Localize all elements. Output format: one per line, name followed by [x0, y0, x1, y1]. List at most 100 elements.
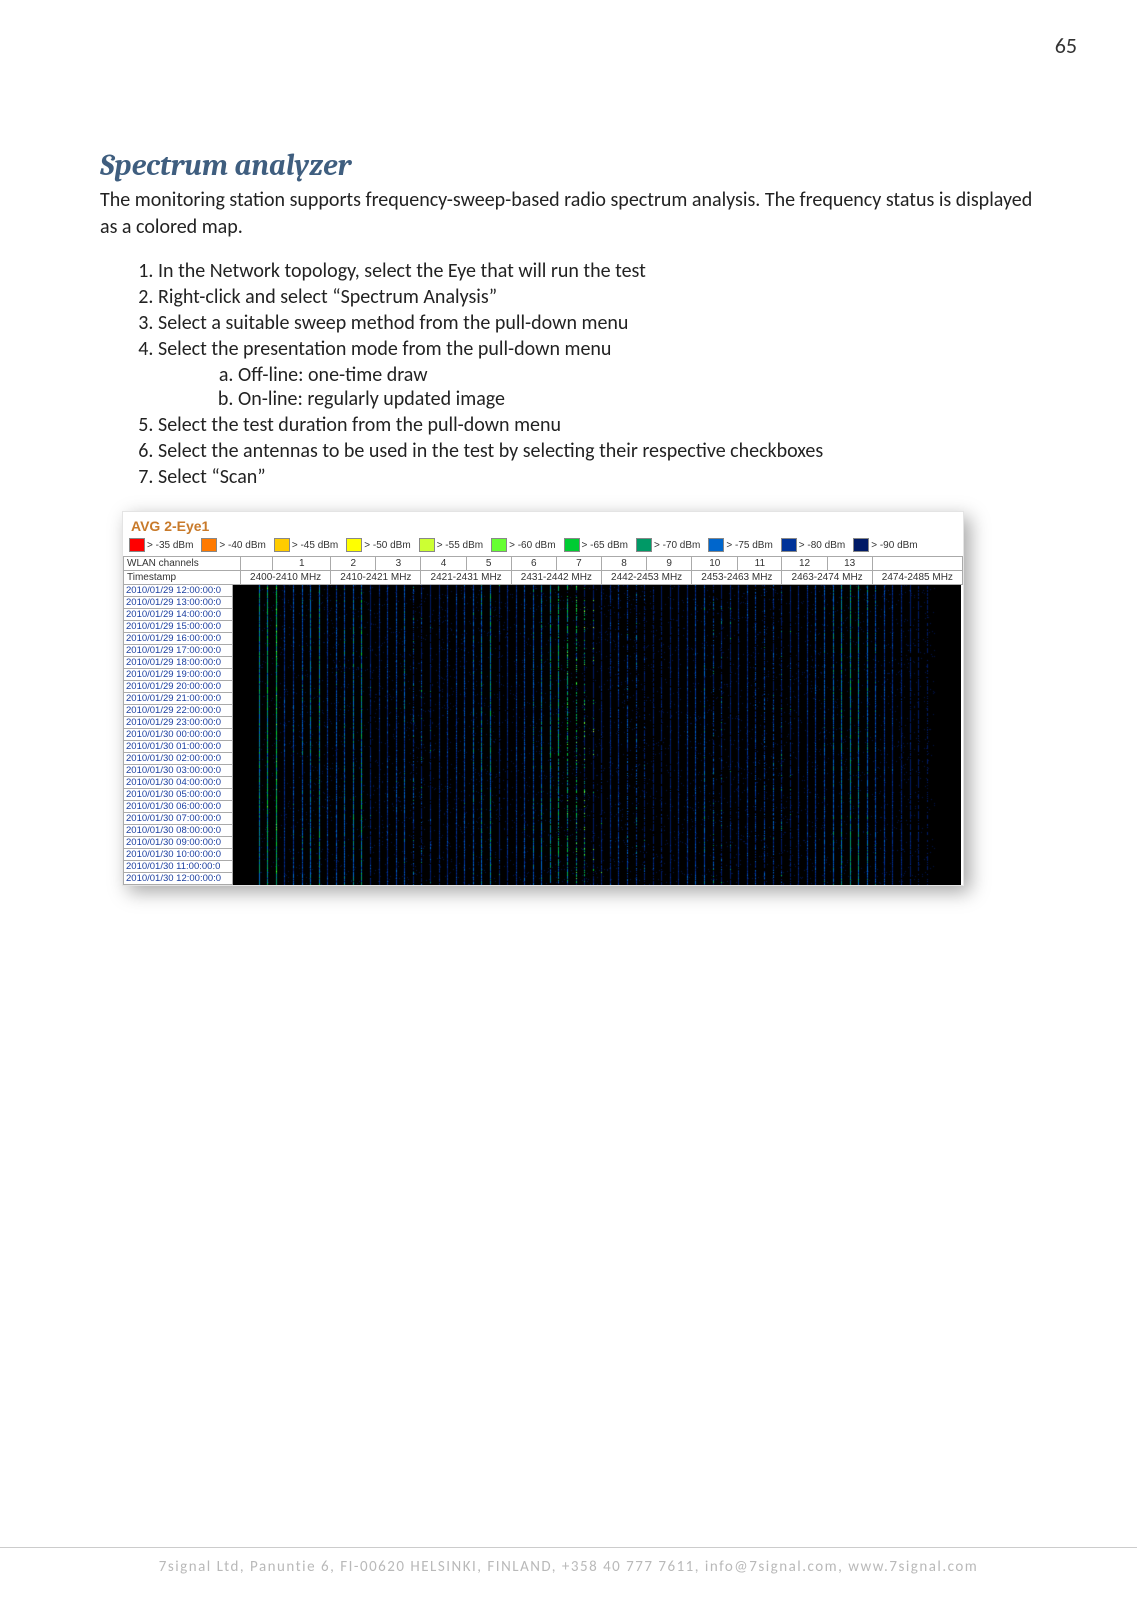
- channel-number-cell: 3: [376, 557, 421, 571]
- legend-swatch: [781, 538, 797, 552]
- legend-swatch: [346, 538, 362, 552]
- timestamp-cell: 2010/01/30 12:00:00:0: [123, 873, 233, 885]
- step-6: Select the antennas to be used in the te…: [158, 439, 1037, 463]
- freq-range-cell: 2410-2421 MHz: [331, 571, 421, 585]
- timestamp-cell: 2010/01/29 14:00:00:0: [123, 609, 233, 621]
- channels-header-cell: WLAN channels: [124, 557, 241, 571]
- timestamp-cell: 2010/01/29 23:00:00:0: [123, 717, 233, 729]
- step-5: Select the test duration from the pull-d…: [158, 413, 1037, 437]
- timestamp-cell: 2010/01/29 13:00:00:0: [123, 597, 233, 609]
- page: 65 Spectrum analyzer The monitoring stat…: [0, 0, 1137, 1598]
- intro-paragraph: The monitoring station supports frequenc…: [100, 187, 1037, 241]
- instruction-list: In the Network topology, select the Eye …: [140, 259, 1037, 489]
- footer: 7signal Ltd, Panuntie 6, FI-00620 HELSIN…: [0, 1547, 1137, 1576]
- channel-number-cell: [241, 557, 273, 571]
- timestamp-cell: 2010/01/29 22:00:00:0: [123, 705, 233, 717]
- channel-number-cell: [872, 557, 962, 571]
- legend-label: > -70 dBm: [654, 540, 700, 551]
- timestamp-cell: 2010/01/29 12:00:00:0: [123, 585, 233, 597]
- timestamp-cell: 2010/01/29 16:00:00:0: [123, 633, 233, 645]
- timestamp-column: 2010/01/29 12:00:00:02010/01/29 13:00:00…: [123, 585, 233, 885]
- legend-swatch: [201, 538, 217, 552]
- spectrum-title: AVG 2-Eye1: [123, 512, 963, 534]
- timestamp-cell: 2010/01/30 06:00:00:0: [123, 801, 233, 813]
- timestamp-cell: 2010/01/30 07:00:00:0: [123, 813, 233, 825]
- channel-number-cell: 2: [331, 557, 376, 571]
- legend-item: > -90 dBm: [853, 538, 917, 552]
- freq-range-cell: 2453-2463 MHz: [692, 571, 782, 585]
- substep-a: Off-line: one-time draw: [238, 363, 1037, 387]
- legend-item: > -40 dBm: [201, 538, 265, 552]
- timestamp-header-cell: Timestamp: [124, 571, 241, 585]
- legend-swatch: [419, 538, 435, 552]
- timestamp-cell: 2010/01/30 05:00:00:0: [123, 789, 233, 801]
- legend-swatch: [564, 538, 580, 552]
- legend-label: > -90 dBm: [871, 540, 917, 551]
- legend-row: > -35 dBm > -40 dBm > -45 dBm > -50 dBm > -5…: [123, 536, 963, 556]
- step-2: Right-click and select “Spectrum Analysi…: [158, 285, 1037, 309]
- page-number: 65: [1055, 32, 1077, 59]
- step-4-text: Select the presentation mode from the pu…: [158, 337, 611, 361]
- substep-list: Off-line: one-time draw On-line: regular…: [238, 363, 1037, 411]
- timestamp-cell: 2010/01/30 09:00:00:0: [123, 837, 233, 849]
- legend-label: > -55 dBm: [437, 540, 483, 551]
- channel-number-cell: 1: [273, 557, 331, 571]
- channel-header-table: WLAN channels12345678910111213 Timestamp…: [123, 556, 963, 585]
- channel-number-row: WLAN channels12345678910111213: [124, 557, 963, 571]
- freq-range-cell: 2431-2442 MHz: [511, 571, 601, 585]
- legend-swatch: [853, 538, 869, 552]
- timestamp-cell: 2010/01/30 02:00:00:0: [123, 753, 233, 765]
- timestamp-cell: 2010/01/29 15:00:00:0: [123, 621, 233, 633]
- channel-number-cell: 8: [601, 557, 646, 571]
- legend-item: > -50 dBm: [346, 538, 410, 552]
- legend-swatch: [274, 538, 290, 552]
- spectrum-body: 2010/01/29 12:00:00:02010/01/29 13:00:00…: [123, 585, 963, 885]
- legend-label: > -35 dBm: [147, 540, 193, 551]
- step-3: Select a suitable sweep method from the …: [158, 311, 1037, 335]
- legend-item: > -35 dBm: [129, 538, 193, 552]
- section-title: Spectrum analyzer: [100, 148, 1037, 183]
- step-1: In the Network topology, select the Eye …: [158, 259, 1037, 283]
- legend-label: > -80 dBm: [799, 540, 845, 551]
- channel-number-cell: 10: [692, 557, 738, 571]
- substep-b: On-line: regularly updated image: [238, 387, 1037, 411]
- timestamp-cell: 2010/01/30 11:00:00:0: [123, 861, 233, 873]
- legend-label: > -40 dBm: [219, 540, 265, 551]
- timestamp-cell: 2010/01/30 03:00:00:0: [123, 765, 233, 777]
- channel-number-cell: 12: [782, 557, 827, 571]
- legend-item: > -80 dBm: [781, 538, 845, 552]
- channel-number-cell: 11: [738, 557, 782, 571]
- timestamp-cell: 2010/01/29 20:00:00:0: [123, 681, 233, 693]
- legend-label: > -65 dBm: [582, 540, 628, 551]
- frequency-row: Timestamp2400-2410 MHz2410-2421 MHz2421-…: [124, 571, 963, 585]
- legend-label: > -75 dBm: [726, 540, 772, 551]
- timestamp-cell: 2010/01/30 04:00:00:0: [123, 777, 233, 789]
- timestamp-cell: 2010/01/29 19:00:00:0: [123, 669, 233, 681]
- freq-range-cell: 2463-2474 MHz: [782, 571, 872, 585]
- freq-range-cell: 2421-2431 MHz: [421, 571, 511, 585]
- channel-number-cell: 4: [421, 557, 466, 571]
- legend-item: > -70 dBm: [636, 538, 700, 552]
- legend-item: > -65 dBm: [564, 538, 628, 552]
- legend-swatch: [491, 538, 507, 552]
- freq-range-cell: 2474-2485 MHz: [872, 571, 962, 585]
- legend-item: > -60 dBm: [491, 538, 555, 552]
- channel-number-cell: 13: [827, 557, 872, 571]
- legend-swatch: [129, 538, 145, 552]
- legend-item: > -75 dBm: [708, 538, 772, 552]
- timestamp-cell: 2010/01/30 08:00:00:0: [123, 825, 233, 837]
- legend-label: > -60 dBm: [509, 540, 555, 551]
- spectrum-heatmap: [123, 585, 961, 885]
- timestamp-cell: 2010/01/29 18:00:00:0: [123, 657, 233, 669]
- timestamp-cell: 2010/01/30 00:00:00:0: [123, 729, 233, 741]
- channel-number-cell: 7: [556, 557, 601, 571]
- legend-item: > -45 dBm: [274, 538, 338, 552]
- channel-number-cell: 5: [466, 557, 511, 571]
- step-4: Select the presentation mode from the pu…: [158, 337, 1037, 411]
- channel-number-cell: 9: [647, 557, 692, 571]
- timestamp-cell: 2010/01/30 01:00:00:0: [123, 741, 233, 753]
- legend-label: > -50 dBm: [364, 540, 410, 551]
- legend-label: > -45 dBm: [292, 540, 338, 551]
- legend-swatch: [636, 538, 652, 552]
- legend-swatch: [708, 538, 724, 552]
